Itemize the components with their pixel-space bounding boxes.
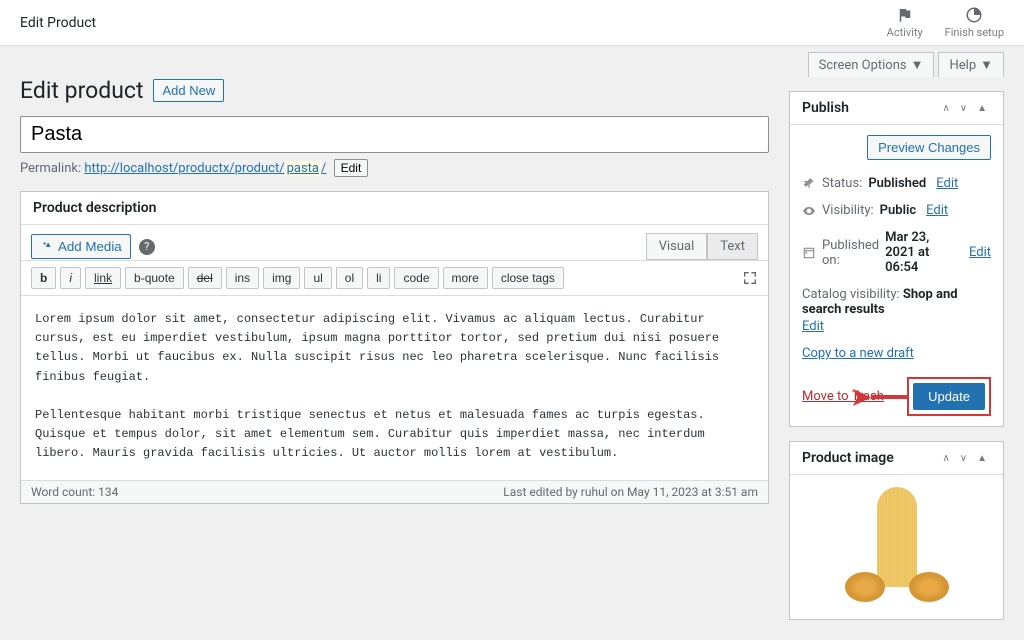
product-image-thumbnail[interactable] — [790, 475, 1003, 619]
pasta-image — [837, 487, 957, 607]
toggle-panel-icon[interactable]: ▲ — [973, 101, 991, 116]
visual-tab[interactable]: Visual — [646, 233, 708, 260]
product-image-box-title: Product image — [802, 450, 894, 466]
help-button[interactable]: Help ▼ — [938, 52, 1004, 77]
update-button[interactable]: Update — [913, 383, 985, 410]
qt-link[interactable]: link — [85, 267, 121, 289]
qt-bquote[interactable]: b-quote — [125, 267, 184, 289]
editor-box-title: Product description — [33, 200, 156, 216]
eye-icon — [802, 204, 816, 218]
media-icon — [40, 240, 54, 254]
fullscreen-icon[interactable] — [742, 270, 758, 286]
product-title-input[interactable] — [20, 116, 769, 153]
qt-ol[interactable]: ol — [336, 267, 363, 289]
qt-italic[interactable]: i — [60, 267, 81, 289]
edit-catalog-link[interactable]: Edit — [802, 319, 991, 334]
edit-status-link[interactable]: Edit — [936, 176, 958, 191]
move-down-icon[interactable]: ∨ — [956, 451, 971, 466]
permalink-link[interactable]: http://localhost/productx/product/pasta/ — [84, 161, 326, 176]
pin-icon — [802, 177, 816, 191]
annotation-arrow — [871, 395, 907, 399]
chevron-down-icon: ▼ — [911, 57, 924, 73]
content-textarea[interactable] — [21, 296, 768, 476]
qt-more[interactable]: more — [443, 267, 488, 289]
add-media-button[interactable]: Add Media — [31, 234, 131, 259]
edit-date-link[interactable]: Edit — [969, 245, 991, 260]
move-down-icon[interactable]: ∨ — [956, 101, 971, 116]
copy-draft-link[interactable]: Copy to a new draft — [802, 346, 991, 361]
chevron-down-icon: ▼ — [980, 57, 993, 73]
qt-bold[interactable]: b — [31, 267, 56, 289]
qt-code[interactable]: code — [394, 267, 438, 289]
qt-li[interactable]: li — [367, 267, 390, 289]
text-tab[interactable]: Text — [707, 233, 758, 260]
qt-closetags[interactable]: close tags — [492, 267, 564, 289]
edit-visibility-link[interactable]: Edit — [926, 203, 948, 218]
edit-slug-button[interactable]: Edit — [334, 159, 369, 177]
permalink-row: Permalink: http://localhost/productx/pro… — [20, 159, 769, 177]
activity-button[interactable]: Activity — [887, 6, 923, 39]
move-up-icon[interactable]: ∧ — [938, 451, 953, 466]
last-edited: Last edited by ruhul on May 11, 2023 at … — [503, 485, 758, 499]
page-title: Edit product — [20, 77, 143, 104]
publish-box-title: Publish — [802, 100, 849, 116]
progress-icon — [965, 6, 983, 24]
flag-icon — [896, 6, 914, 24]
word-count: Word count: 134 — [31, 485, 118, 499]
admin-bar-title: Edit Product — [20, 15, 96, 31]
annotation-arrowhead: ➤ — [851, 383, 871, 411]
toggle-panel-icon[interactable]: ▲ — [973, 451, 991, 466]
qt-ins[interactable]: ins — [226, 267, 259, 289]
qt-ul[interactable]: ul — [304, 267, 331, 289]
finish-setup-button[interactable]: Finish setup — [945, 6, 1004, 39]
help-icon[interactable]: ? — [139, 239, 155, 255]
preview-changes-button[interactable]: Preview Changes — [867, 135, 991, 160]
qt-del[interactable]: del — [188, 267, 222, 289]
add-new-button[interactable]: Add New — [153, 79, 224, 102]
move-up-icon[interactable]: ∧ — [938, 101, 953, 116]
qt-img[interactable]: img — [263, 267, 300, 289]
calendar-icon — [802, 246, 816, 260]
screen-options-button[interactable]: Screen Options ▼ — [808, 52, 935, 77]
